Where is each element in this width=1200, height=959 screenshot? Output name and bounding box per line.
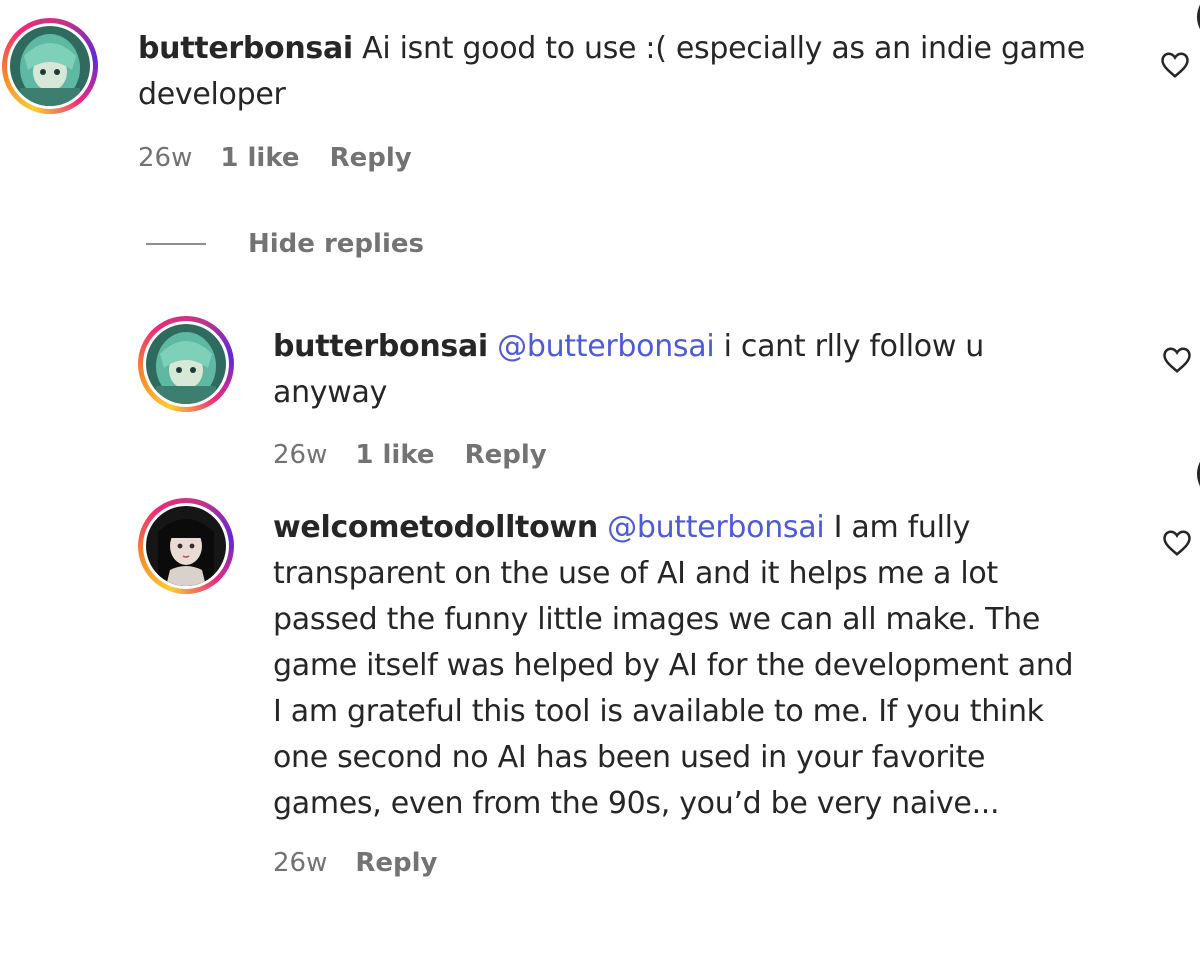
reply-username[interactable]: butterbonsai xyxy=(273,329,488,364)
comment-meta: 26w 1 like Reply xyxy=(138,143,412,173)
reply-mention[interactable]: @butterbonsai xyxy=(607,510,825,545)
reply-body-line: anyway xyxy=(273,375,388,410)
comment-body-line: developer xyxy=(138,77,286,112)
reply-timestamp[interactable]: 26w xyxy=(273,440,327,470)
comment-body-line: Ai isnt good to use :( especially as an … xyxy=(362,31,1085,66)
avatar-image xyxy=(10,26,90,106)
hide-replies-button[interactable]: Hide replies xyxy=(248,229,424,259)
avatar-image xyxy=(146,324,226,404)
reply-body-line: transparent on the use of AI and it help… xyxy=(273,556,998,591)
comment-username[interactable]: butterbonsai xyxy=(138,31,353,66)
avatar-welcometodolltown[interactable] xyxy=(138,498,234,594)
reply-button[interactable]: Reply xyxy=(330,143,412,173)
heart-icon[interactable] xyxy=(1160,51,1190,79)
reply-timestamp[interactable]: 26w xyxy=(273,848,327,878)
heart-icon[interactable] xyxy=(1162,346,1192,374)
reply-mention[interactable]: @butterbonsai xyxy=(497,329,715,364)
reply-body-line: passed the funny little images we can al… xyxy=(273,602,1041,637)
reply-button[interactable]: Reply xyxy=(465,440,547,470)
reply-body-line: I am grateful this tool is available to … xyxy=(273,694,1044,729)
heart-icon[interactable] xyxy=(1162,529,1192,557)
reply-body-line: i cant rlly follow u xyxy=(723,329,985,364)
comment-timestamp[interactable]: 26w xyxy=(138,143,192,173)
edge-arc-icon xyxy=(1197,4,1200,30)
reply-body-line: game itself was helped by AI for the dev… xyxy=(273,648,1074,683)
reply-text: welcometodolltown @butterbonsai I am ful… xyxy=(273,505,1153,827)
avatar-butterbonsai[interactable] xyxy=(138,316,234,412)
edge-arc-icon xyxy=(1197,461,1200,487)
comment-text: butterbonsai Ai isnt good to use :( espe… xyxy=(138,26,1128,118)
avatar-butterbonsai[interactable] xyxy=(2,18,98,114)
reply-button[interactable]: Reply xyxy=(355,848,437,878)
reply-body-line: one second no AI has been used in your f… xyxy=(273,740,986,775)
reply-meta: 26w 1 like Reply xyxy=(273,440,547,470)
reply-meta: 26w Reply xyxy=(273,848,438,878)
reply-body-line: I am fully xyxy=(833,510,971,545)
comment-likes-count[interactable]: 1 like xyxy=(220,143,299,173)
reply-likes-count[interactable]: 1 like xyxy=(355,440,434,470)
avatar-image xyxy=(146,506,226,586)
reply-username[interactable]: welcometodolltown xyxy=(273,510,598,545)
hide-replies-divider xyxy=(146,243,206,245)
reply-text: butterbonsai @butterbonsai i cant rlly f… xyxy=(273,324,1133,416)
reply-body-line: games, even from the 90s, you’d be very … xyxy=(273,786,1000,821)
